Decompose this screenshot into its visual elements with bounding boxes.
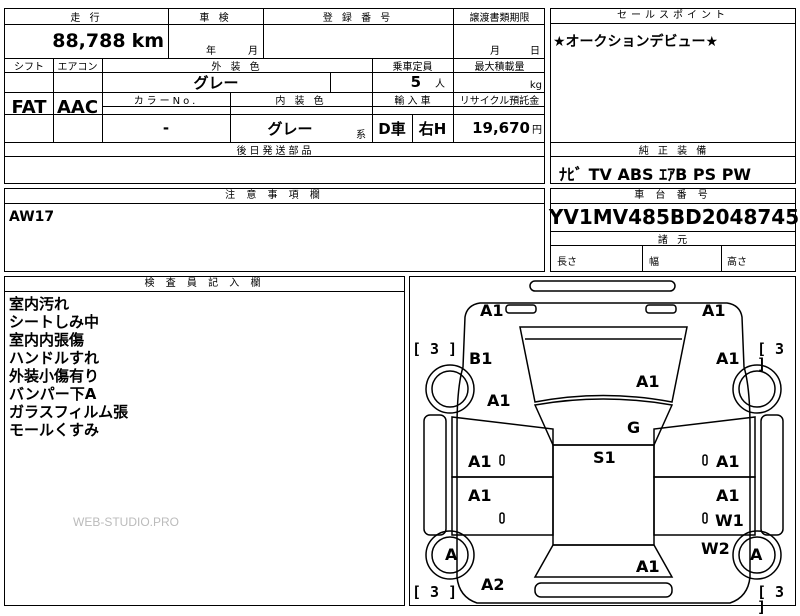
inspector-line: 外装小傷有り	[9, 367, 100, 385]
mark-rear-left-quarter: A2	[481, 575, 505, 594]
mark-rear-right-door: A1	[716, 486, 740, 505]
ac-label: エアコン	[57, 61, 98, 73]
windshield	[533, 398, 674, 446]
rear-bumper	[534, 582, 673, 598]
sales-point-box: セールスポイント ★オークションデビュー★ 純 正 装 備 ﾅﾋﾞ TV ABS…	[550, 8, 796, 184]
mileage-number: 88,788	[52, 30, 126, 52]
tire-depth-front-left: [ 3 ]	[412, 340, 458, 358]
transfer-month-unit: 月	[490, 45, 500, 57]
capacity-label: 乗車定員	[392, 61, 433, 73]
color-no-label: カラーNo.	[133, 95, 199, 107]
mark-rear-left-wheel: A	[445, 545, 458, 564]
vin-value: YV1MV485BD2048745	[548, 205, 800, 229]
sales-point-value: ★オークションデビュー★	[553, 34, 719, 50]
exterior-color-value: グレー	[193, 73, 239, 92]
inspection-label: 車 検	[199, 13, 232, 24]
inspector-line: モールくすみ	[9, 421, 100, 439]
length-label: 長さ	[557, 257, 577, 268]
tire-depth-rear-left: [ 3 ]	[412, 583, 458, 601]
car-diagram	[423, 280, 784, 604]
inspector-line: シートしみ中	[9, 313, 100, 331]
max-load-label: 最大積載量	[474, 61, 525, 73]
inspector-box: 検 査 員 記 入 欄 室内汚れ シートしみ中 室内内張傷 ハンドルすれ 外装小…	[4, 276, 405, 606]
recycle-value: 19,670 円	[453, 114, 546, 142]
inspector-line: バンパー下A	[9, 385, 97, 403]
capacity-unit: 人	[435, 78, 445, 90]
ac-value: AAC	[56, 96, 99, 118]
registration-label: 登 録 番 号	[322, 13, 394, 24]
mark-roof: S1	[593, 448, 616, 467]
mark-front-left-door: A1	[468, 452, 492, 471]
vin-box: 車 台 番 号 YV1MV485BD2048745 諸 元 長さ 幅 高さ	[548, 188, 800, 272]
import-dealer-value: D車	[378, 119, 406, 138]
mark-right-fender: A1	[716, 349, 740, 368]
equipment-value: ﾅﾋﾞ TV ABS ｴｱB PS PW	[559, 165, 752, 184]
mark-hood: A1	[636, 372, 660, 391]
headlight-left	[505, 304, 537, 314]
top-info-box: 走 行 車 検 登 録 番 号 譲渡書類期限 88,788 km 年 月 月 日…	[4, 8, 545, 184]
mark-windshield: G	[627, 418, 641, 437]
import-handle-value: 右H	[418, 119, 447, 138]
inspector-line: 室内内張傷	[9, 331, 85, 349]
mileage-label: 走 行	[70, 13, 103, 24]
tire-depth-rear-right: [ 3 ]	[757, 583, 785, 616]
mileage-unit: km	[131, 30, 164, 52]
later-parts-label: 後日発送部品	[236, 145, 315, 157]
capacity-value: 5 人	[372, 72, 453, 92]
mileage-value: 88,788 km	[5, 24, 168, 58]
inspector-line: ガラスフィルム張	[9, 403, 129, 421]
inspection-month-unit: 月	[248, 45, 258, 57]
notes-label: 注 意 事 項 欄	[5, 189, 544, 204]
notes-box: 注 意 事 項 欄 AW17	[4, 188, 545, 272]
inspector-line: ハンドルすれ	[9, 349, 100, 367]
mark-left-fender: A1	[487, 391, 511, 410]
front-bumper	[529, 280, 676, 292]
mark-right-glass-w2: W2	[701, 539, 730, 558]
watermark: WEB-STUDIO.PRO	[73, 515, 180, 529]
mark-left-fender-b1: B1	[469, 349, 493, 368]
tire-depth-front-right: [ 3 ]	[757, 340, 785, 373]
transfer-deadline-label: 譲渡書類期限	[469, 13, 530, 24]
equipment-label: 純 正 装 備	[638, 145, 710, 157]
notes-value: AW17	[9, 209, 55, 225]
door-front-right	[653, 416, 756, 478]
interior-color-label: 内 装 色	[275, 95, 327, 107]
headlight-right	[645, 304, 677, 314]
shift-label: シフト	[14, 61, 44, 73]
inspector-notes: 室内汚れ シートしみ中 室内内張傷 ハンドルすれ 外装小傷有り バンパー下A ガ…	[9, 295, 128, 439]
mark-rear-quarter: A1	[636, 557, 660, 576]
rocker-right	[760, 414, 784, 536]
car-diagram-box: A1 A1 A1 A1 B1 A1 A1 G S1 A1 A1 A1 A1 W1…	[409, 276, 796, 615]
import-label: 輸 入 車	[394, 95, 431, 107]
mark-rear-left-door: A1	[468, 486, 492, 505]
transfer-day-unit: 日	[530, 45, 540, 57]
inspector-label: 検 査 員 記 入 欄	[5, 277, 404, 292]
recycle-number: 19,670	[472, 119, 530, 137]
shift-value: FAT	[11, 96, 47, 118]
capacity-number: 5	[410, 73, 421, 91]
height-label: 高さ	[727, 257, 747, 268]
rocker-left	[423, 414, 447, 536]
wheel-front-left	[425, 364, 475, 414]
recycle-label: リサイクル預託金	[459, 95, 540, 107]
color-no-value: -	[162, 119, 170, 137]
mark-rear-right-wheel: A	[750, 545, 763, 564]
width-label: 幅	[649, 257, 659, 268]
exterior-color-label: 外 装 色	[211, 61, 263, 73]
recycle-unit: 円	[532, 124, 542, 136]
mark-right-glass-w1: W1	[715, 511, 744, 530]
mark-front-right-bumper: A1	[702, 301, 726, 320]
dims-label: 諸 元	[657, 234, 691, 246]
mark-front-right-door: A1	[716, 452, 740, 471]
mark-front-left-bumper: A1	[480, 301, 504, 320]
inspector-line: 室内汚れ	[9, 295, 70, 313]
inspection-year-unit: 年	[206, 45, 216, 57]
sales-point-label: セールスポイント	[551, 9, 795, 24]
interior-color-value: グレー	[267, 119, 313, 138]
vin-label: 車 台 番 号	[551, 189, 795, 204]
